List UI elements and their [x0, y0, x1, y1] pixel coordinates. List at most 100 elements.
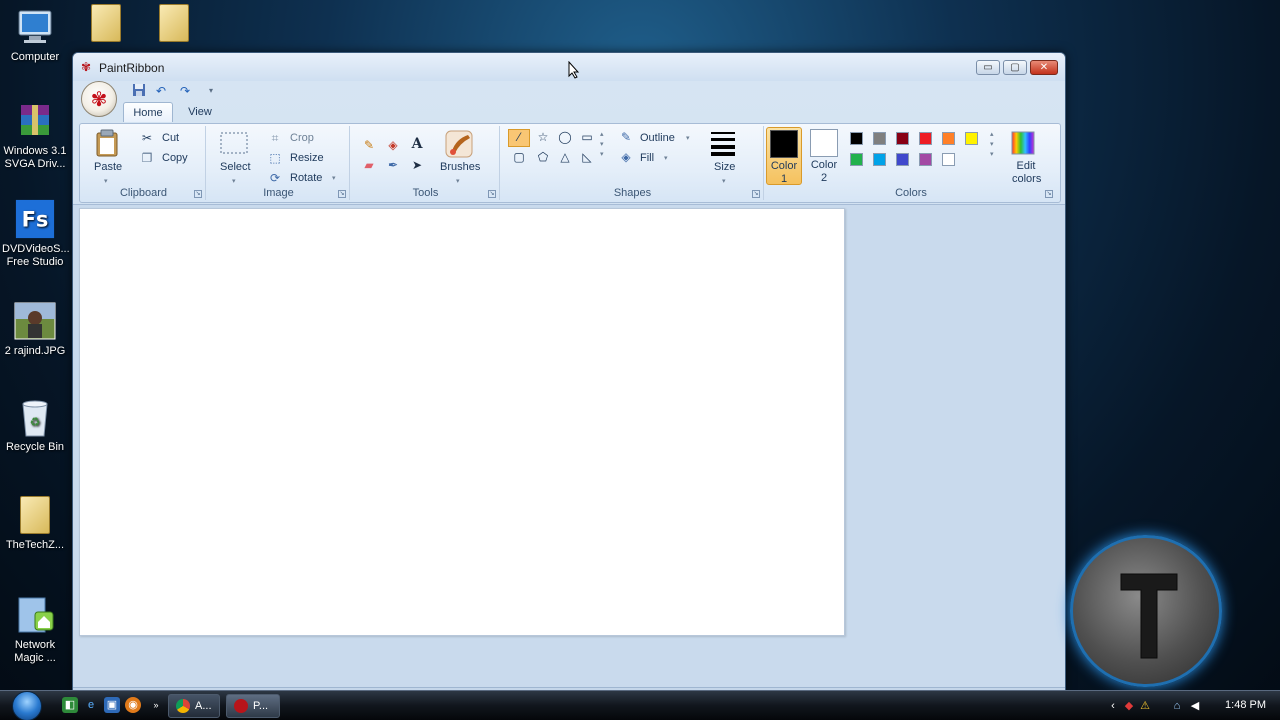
cut-button[interactable]: Cut: [162, 132, 179, 145]
palette-color-swatch[interactable]: [965, 132, 978, 145]
folder-icon: [14, 494, 56, 536]
application-menu-button[interactable]: ✾: [81, 81, 117, 117]
shape-star-icon[interactable]: ☆: [534, 130, 552, 144]
palette-color-swatch[interactable]: [850, 132, 863, 145]
size-icon[interactable]: [710, 130, 736, 158]
pencil-icon[interactable]: ✎: [360, 138, 378, 152]
rotate-button[interactable]: Rotate: [290, 172, 322, 185]
taskbar-button-paint[interactable]: P...: [226, 694, 280, 718]
close-button[interactable]: ✕: [1030, 60, 1058, 75]
tray-app-icon[interactable]: ◆: [1122, 699, 1136, 713]
image-launcher-icon[interactable]: ↘: [338, 190, 346, 198]
text-tool-icon[interactable]: A: [408, 137, 426, 151]
taskbar: ◧ e ▣ ◉ » A... P... ‹ ◆ ⚠ ⌂ ◀ 1:48 PM: [0, 690, 1280, 720]
color-picker-icon[interactable]: ✒: [384, 158, 402, 172]
copy-button[interactable]: Copy: [162, 152, 188, 165]
shape-line-icon[interactable]: ⁄: [508, 129, 530, 147]
palette-color-swatch[interactable]: [919, 132, 932, 145]
switch-windows-icon[interactable]: ▣: [104, 697, 120, 713]
palette-scroll-icon[interactable]: ▴ ▾ ▾: [990, 130, 994, 160]
shape-rounded-rect-icon[interactable]: ▢: [510, 150, 528, 164]
select-icon[interactable]: [220, 132, 248, 154]
eraser-icon[interactable]: ▰: [360, 158, 378, 172]
network-icon[interactable]: ⌂: [1170, 699, 1184, 713]
desktop-folder-icon[interactable]: [156, 2, 192, 46]
show-desktop-icon[interactable]: ◧: [62, 697, 78, 713]
outline-button[interactable]: Outline: [640, 132, 675, 145]
paste-button[interactable]: Paste: [94, 161, 122, 174]
desktop-folder-icon[interactable]: [88, 2, 124, 46]
edit-colors-icon[interactable]: [1010, 130, 1036, 156]
qat-customize-icon[interactable]: ▾: [203, 83, 219, 99]
volume-icon[interactable]: ◀: [1188, 699, 1202, 713]
shape-polygon-icon[interactable]: ⬠: [534, 150, 552, 164]
edit-colors-button[interactable]: Edit colors: [1012, 160, 1041, 186]
fill-bucket-icon[interactable]: ◈: [384, 138, 402, 152]
canvas-workspace: [73, 204, 1065, 688]
rotate-dropdown-icon[interactable]: ▾: [332, 172, 336, 185]
taskbar-button-label: P...: [253, 700, 269, 712]
photo-thumbnail-icon: [14, 300, 56, 342]
firefox-icon[interactable]: ◉: [125, 697, 141, 713]
crop-icon: ⌗: [271, 131, 279, 145]
palette-color-swatch[interactable]: [942, 132, 955, 145]
tray-expand-icon[interactable]: ‹: [1106, 699, 1120, 713]
tab-home[interactable]: Home: [123, 102, 173, 122]
desktop-icon-recycle-bin[interactable]: ♻ Recycle Bin: [2, 396, 68, 454]
desktop-icon-photo[interactable]: 2 rajind.JPG: [2, 300, 68, 358]
fill-button[interactable]: Fill: [640, 152, 654, 165]
svg-text:Fs: Fs: [22, 208, 49, 232]
save-icon[interactable]: [131, 83, 147, 99]
shapes-launcher-icon[interactable]: ↘: [752, 190, 760, 198]
undo-icon[interactable]: ↶: [153, 83, 169, 99]
shape-oval-icon[interactable]: ◯: [556, 130, 574, 144]
winrar-archive-icon: [14, 100, 56, 142]
palette-color-swatch[interactable]: [896, 153, 909, 166]
fill-icon: ◈: [621, 150, 631, 164]
start-button[interactable]: [8, 691, 46, 720]
fill-dropdown-icon[interactable]: ▾: [664, 152, 668, 165]
taskbar-button-chrome[interactable]: A...: [168, 694, 220, 718]
paste-icon[interactable]: [94, 129, 120, 157]
palette-color-swatch[interactable]: [850, 153, 863, 166]
magnifier-icon[interactable]: ➤: [408, 158, 426, 172]
tab-view[interactable]: View: [177, 102, 223, 122]
color1-button[interactable]: Color 1: [766, 127, 802, 185]
desktop-icon-label: Computer: [10, 51, 60, 63]
select-button[interactable]: Select: [220, 161, 251, 174]
tray-security-icon[interactable]: ⚠: [1138, 699, 1152, 713]
desktop-icon-dvdvideosoft[interactable]: Fs DVDVideoS... Free Studio: [2, 198, 70, 269]
watermark-t-icon: [1120, 573, 1178, 659]
brushes-icon[interactable]: [442, 129, 476, 159]
clock[interactable]: 1:48 PM: [1225, 699, 1266, 711]
palette-color-swatch[interactable]: [873, 153, 886, 166]
maximize-button[interactable]: ▢: [1003, 60, 1027, 75]
ie-icon[interactable]: e: [83, 697, 99, 713]
color2-button[interactable]: Color 2: [806, 127, 842, 185]
palette-color-swatch[interactable]: [942, 153, 955, 166]
shape-rectangle-icon[interactable]: ▭: [578, 130, 596, 144]
colors-launcher-icon[interactable]: ↘: [1045, 190, 1053, 198]
resize-button[interactable]: Resize: [290, 152, 324, 165]
desktop-icon-network-magic[interactable]: Network Magic ...: [2, 594, 68, 665]
tools-launcher-icon[interactable]: ↘: [488, 190, 496, 198]
desktop-icon-computer[interactable]: Computer: [2, 6, 68, 64]
shape-right-triangle-icon[interactable]: ◺: [578, 150, 596, 164]
minimize-button[interactable]: ▭: [976, 60, 1000, 75]
crop-button[interactable]: Crop: [290, 132, 314, 145]
outline-dropdown-icon[interactable]: ▾: [686, 132, 690, 145]
redo-icon[interactable]: ↷: [177, 83, 193, 99]
shape-triangle-icon[interactable]: △: [556, 150, 574, 164]
clipboard-launcher-icon[interactable]: ↘: [194, 190, 202, 198]
shapes-scroll-icon[interactable]: ▴ ▾ ▾: [600, 130, 604, 160]
desktop-icon-thetechz[interactable]: TheTechZ...: [2, 494, 68, 552]
palette-color-swatch[interactable]: [919, 153, 932, 166]
drawing-canvas[interactable]: [79, 208, 845, 636]
palette-color-swatch[interactable]: [873, 132, 886, 145]
size-button[interactable]: Size: [714, 161, 735, 174]
desktop-icon-windows31-driver[interactable]: Windows 3.1 SVGA Driv...: [2, 100, 68, 171]
palette-color-swatch[interactable]: [896, 132, 909, 145]
system-tray: ‹ ◆ ⚠ ⌂ ◀ 1:48 PM: [1111, 691, 1280, 720]
quicklaunch-more-icon[interactable]: »: [148, 697, 164, 713]
brushes-button[interactable]: Brushes: [440, 161, 480, 174]
